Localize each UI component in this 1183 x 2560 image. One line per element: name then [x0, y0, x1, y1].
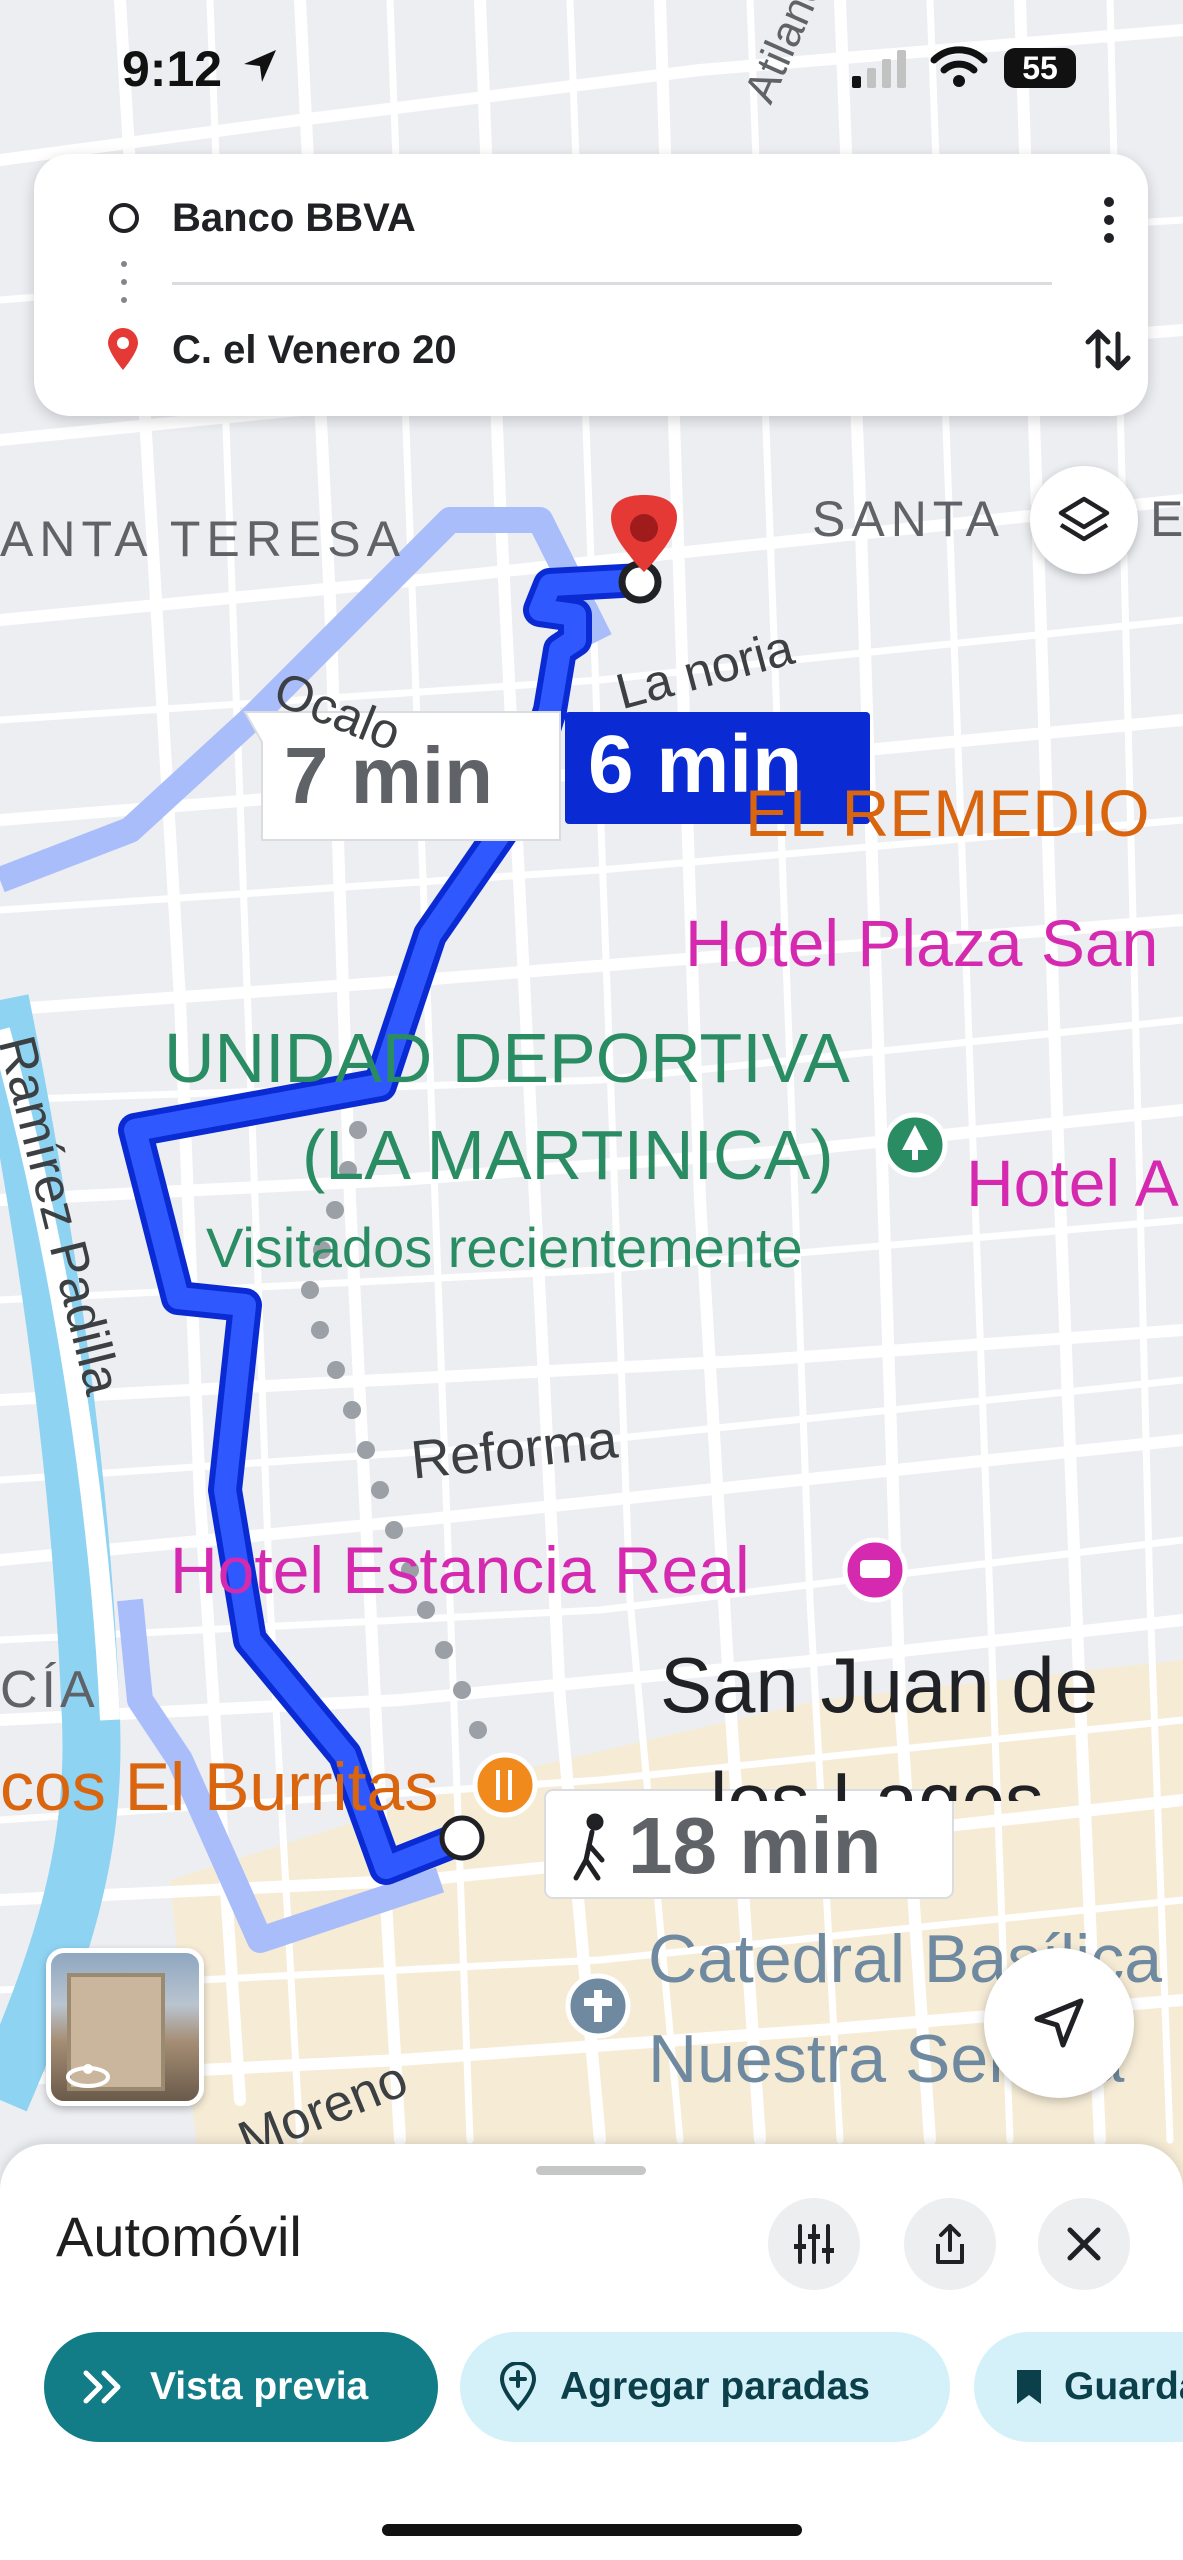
double-chevron-icon — [83, 2370, 121, 2404]
label-unidad-deportiva: UNIDAD DEPORTIVA — [164, 1019, 850, 1097]
label-el-burritas: cos El Burritas — [0, 1749, 439, 1825]
route-card: Banco BBVA C. el Venero 20 — [34, 154, 1148, 416]
label-san-juan-1: San Juan de — [660, 1641, 1099, 1729]
close-button[interactable] — [1038, 2198, 1130, 2290]
navigation-arrow-icon — [1034, 1998, 1084, 2048]
card-divider — [172, 282, 1052, 285]
label-cia: CÍA — [0, 1661, 99, 1719]
layers-icon — [1058, 496, 1110, 542]
label-santa-teresa: ANTA TERESA — [0, 511, 406, 567]
label-la-martinica: (LA MARTINICA) — [302, 1116, 834, 1194]
battery-icon: 55 — [1004, 48, 1076, 88]
label-santa-cut: E — [1150, 491, 1183, 547]
preview-button[interactable]: Vista previa — [44, 2332, 438, 2442]
sliders-icon — [794, 2224, 834, 2264]
location-arrow-icon — [244, 50, 276, 82]
bottom-sheet: Automóvil Vista previa Agregar paradas G… — [0, 2144, 1183, 2560]
status-time: 9:12 — [122, 41, 223, 97]
label-el-remedio: EL REMEDIO — [745, 776, 1150, 850]
home-indicator[interactable] — [382, 2524, 802, 2536]
label-hotel-estancia-real: Hotel Estancia Real — [170, 1533, 750, 1607]
status-bar: 9:12 55 — [0, 0, 1183, 140]
street-view-360-icon — [66, 2064, 110, 2088]
cellular-signal-icon — [852, 50, 906, 88]
street-view-thumbnail[interactable] — [46, 1948, 204, 2106]
label-visitados-recientemente: Visitados recientemente — [206, 1216, 803, 1279]
origin-circle-icon — [109, 203, 139, 233]
origin-field[interactable]: Banco BBVA — [172, 196, 416, 241]
add-stops-button[interactable]: Agregar paradas — [460, 2332, 950, 2442]
label-hotel-plaza: Hotel Plaza San — [685, 906, 1159, 980]
save-label: Guardar — [1064, 2365, 1183, 2408]
bookmark-icon — [1017, 2370, 1041, 2404]
label-hotel-a: Hotel A — [966, 1146, 1179, 1220]
close-icon — [1067, 2227, 1101, 2261]
swap-directions-icon[interactable] — [1080, 322, 1136, 378]
more-options-icon[interactable] — [1094, 192, 1124, 252]
destination-pin-icon — [108, 328, 138, 370]
preview-button-label: Vista previa — [150, 2365, 369, 2408]
share-button[interactable] — [904, 2198, 996, 2290]
wifi-icon — [930, 46, 988, 87]
save-button[interactable]: Guardar — [974, 2332, 1183, 2442]
add-location-icon — [499, 2362, 537, 2412]
label-santa: SANTA — [812, 491, 1005, 547]
travel-mode-title: Automóvil — [56, 2205, 302, 2268]
route-dots-icon — [121, 261, 127, 303]
sheet-drag-handle[interactable] — [536, 2166, 646, 2175]
layers-button[interactable] — [1030, 466, 1138, 574]
destination-field[interactable]: C. el Venero 20 — [172, 328, 457, 373]
battery-level: 55 — [1022, 49, 1058, 86]
route-options-button[interactable] — [768, 2198, 860, 2290]
recenter-button[interactable] — [984, 1948, 1134, 2098]
add-stops-label: Agregar paradas — [560, 2365, 870, 2408]
share-icon — [936, 2224, 964, 2264]
route-time-walking[interactable]: 18 min — [628, 1800, 881, 1892]
